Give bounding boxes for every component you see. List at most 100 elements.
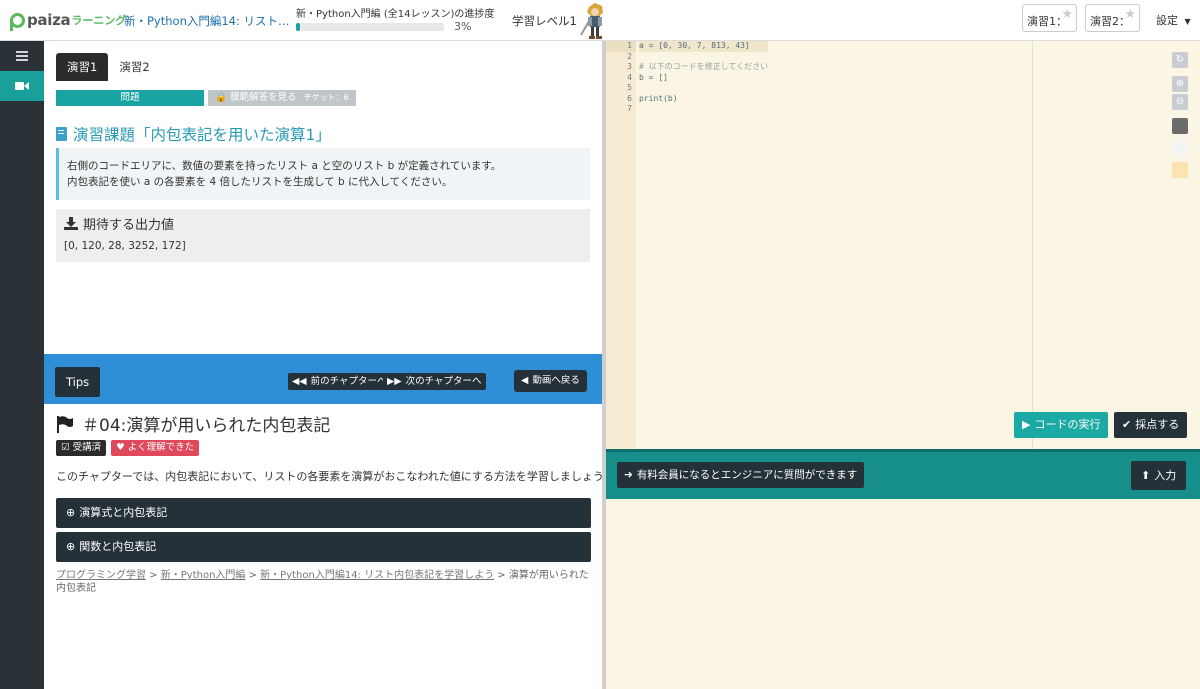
paiza-logo[interactable]: paiza ラーニング	[10, 10, 127, 31]
expected-output-panel: 期待する出力値 [0, 120, 28, 3252, 172]	[56, 209, 590, 262]
accordion-label: 演算式と内包表記	[79, 506, 168, 519]
chapter-badges: ☑ 受講済 ♥ よく理解できた	[56, 440, 204, 456]
line-number: 6	[627, 93, 632, 103]
view-answer-label: 模範解答を見る	[230, 92, 297, 103]
input-button[interactable]: ⬆ 入力	[1131, 461, 1187, 490]
problem-button[interactable]: 問題	[56, 90, 204, 106]
next-chapter-label: 次のチャプターへ	[405, 376, 482, 387]
code-line[interactable]: b = []	[639, 73, 768, 84]
code-editor[interactable]: 1 2 3 4 5 6 7 a = [0, 30, 7, 813, 43] # …	[606, 41, 1200, 449]
theme-dark-swatch[interactable]	[1172, 118, 1188, 134]
console-output-area[interactable]	[606, 499, 1200, 689]
chapter-title-text: ＃04:演算が用いられた内包表記	[82, 416, 331, 436]
description-line-1: 右側のコードエリアに、数値の要素を持ったリスト a と空のリスト b が定義され…	[67, 160, 502, 172]
breadcrumb-link-programming[interactable]: プログラミング学習	[56, 570, 146, 581]
character-avatar-icon	[580, 3, 603, 39]
understood-label: よく理解できた	[127, 442, 195, 453]
code-line[interactable]: a = [0, 30, 7, 813, 43]	[639, 41, 769, 52]
back-to-video-button[interactable]: ◀ 動画へ戻る	[514, 370, 587, 392]
backward-icon: ◀◀	[292, 376, 307, 387]
input-label: 入力	[1154, 469, 1177, 482]
accordion-operation-expression[interactable]: ⊕ 演算式と内包表記	[56, 498, 591, 528]
run-code-button[interactable]: ▶ コードの実行	[1014, 412, 1109, 438]
flag-icon	[57, 415, 73, 433]
caret-down-icon: ▼	[1184, 17, 1191, 26]
theme-light-swatch[interactable]	[1172, 140, 1188, 156]
accordion-function-comprehension[interactable]: ⊕ 関数と内包表記	[56, 532, 591, 562]
exercise-heading-text: 演習課題「内包表記を用いた演算1」	[73, 126, 331, 144]
tab-exercise1[interactable]: 演習1	[56, 53, 109, 81]
zoom-in-button[interactable]: ⊕	[1172, 76, 1188, 92]
accordion-label: 関数と内包表記	[79, 540, 157, 553]
expected-output-title-text: 期待する出力値	[83, 218, 175, 233]
arrow-circle-left-icon: ◀	[521, 375, 529, 386]
line-number: 2	[627, 51, 632, 61]
code-content[interactable]: a = [0, 30, 7, 813, 43] # 以下のコードを修正してくださ…	[639, 41, 769, 115]
ticket-count: チケット：6	[303, 93, 349, 102]
tips-button[interactable]: Tips	[55, 367, 101, 397]
code-line[interactable]	[639, 104, 768, 115]
theme-solarized-swatch[interactable]	[1172, 162, 1188, 178]
grade-button[interactable]: ✔ 採点する	[1114, 412, 1188, 438]
print-margin	[1032, 41, 1033, 449]
logo-mark-icon	[10, 12, 25, 31]
progress-label: 新・Python入門編 (全14レッスン)の進捗度	[296, 9, 495, 20]
reset-code-button[interactable]: ↻	[1172, 52, 1188, 68]
paid-member-label: 有料会員になるとエンジニアに質問ができます	[636, 469, 858, 481]
breadcrumb-separator: >	[494, 570, 509, 581]
logo-text: paiza	[27, 11, 71, 29]
check-square-icon: ☑	[61, 442, 70, 453]
progress-bar	[296, 23, 444, 31]
upload-icon: ⬆	[1141, 469, 1151, 482]
video-nav-button[interactable]	[0, 71, 44, 101]
zoom-out-button[interactable]: ⊖	[1172, 94, 1188, 110]
view-answer-button[interactable]: 🔒 模範解答を見る チケット：6	[208, 90, 356, 106]
problem-toolbar: 問題 🔒 模範解答を見る チケット：6	[56, 90, 356, 106]
chapter-title: ＃04:演算が用いられた内包表記	[56, 411, 330, 436]
settings-dropdown[interactable]: 設定 ▼	[1156, 12, 1191, 28]
understood-badge[interactable]: ♥ よく理解できた	[111, 440, 200, 456]
download-icon	[64, 217, 78, 230]
left-nav	[0, 41, 44, 689]
star-icon: ★	[1124, 7, 1136, 22]
code-line[interactable]	[639, 52, 768, 63]
sign-in-icon: ➜	[624, 469, 633, 481]
completed-badge: ☑ 受講済	[56, 440, 107, 456]
code-line[interactable]	[639, 83, 768, 94]
code-line[interactable]: print(b)	[639, 94, 768, 105]
next-chapter-button[interactable]: ▶▶ 次のチャプターへ	[383, 373, 486, 390]
paid-member-button[interactable]: ➜ 有料会員になるとエンジニアに質問ができます	[617, 462, 865, 488]
plus-circle-icon: ⊕	[66, 540, 76, 553]
plus-circle-icon: ⊕	[66, 506, 76, 519]
description-line-2: 内包表記を使い a の各要素を 4 倍したリストを生成して b に代入してくださ…	[67, 176, 453, 188]
logo-subtext: ラーニング	[71, 14, 127, 27]
exercise1-status-badge[interactable]: 演習1： ★	[1022, 4, 1077, 32]
breadcrumb-link-lesson[interactable]: 新・Python入門編14: リスト内包表記を学習しよう	[260, 570, 494, 581]
exercise2-status-badge[interactable]: 演習2： ★	[1085, 4, 1140, 32]
breadcrumb-separator: >	[245, 570, 261, 581]
breadcrumb-link-course[interactable]: 新・Python入門編	[161, 570, 246, 581]
play-circle-icon: ▶	[1022, 418, 1031, 431]
check-icon: ✔	[1122, 418, 1132, 431]
code-line-comment[interactable]: # 以下のコードを修正してください	[639, 62, 768, 73]
prev-chapter-label: 前のチャプターへ	[310, 376, 387, 387]
video-icon	[15, 82, 29, 90]
line-number: 1	[606, 41, 636, 52]
top-bar: paiza ラーニング 新・Python入門編14: リスト… 新・Python…	[0, 0, 1200, 41]
lesson-pane: 演習1 演習2 問題 🔒 模範解答を見る チケット：6 演習課題「内包表記を用い…	[44, 41, 614, 689]
course-title-link[interactable]: 新・Python入門編14: リスト…	[124, 13, 290, 29]
book-icon	[56, 127, 67, 141]
progress-percent: 3%	[454, 20, 472, 33]
exercise-heading: 演習課題「内包表記を用いた演算1」	[56, 123, 331, 145]
tab-exercise2[interactable]: 演習2	[108, 53, 160, 81]
console-bar: ➜ 有料会員になるとエンジニアに質問ができます ⬆ 入力	[606, 449, 1200, 499]
menu-toggle-button[interactable]	[0, 41, 44, 71]
line-number: 3	[627, 62, 632, 71]
breadcrumb-separator: >	[146, 570, 161, 581]
zoom-in-icon: ⊕	[1175, 78, 1185, 89]
heart-icon: ♥	[116, 442, 125, 453]
tips-bar: Tips ◀◀ 前のチャプターへ ▶▶ 次のチャプターへ ◀ 動画へ戻る	[44, 354, 602, 404]
editor-gutter: 1 2 3 4 5 6 7	[606, 41, 636, 449]
prev-chapter-button[interactable]: ◀◀ 前のチャプターへ	[288, 373, 391, 390]
grade-label: 採点する	[1135, 418, 1180, 431]
